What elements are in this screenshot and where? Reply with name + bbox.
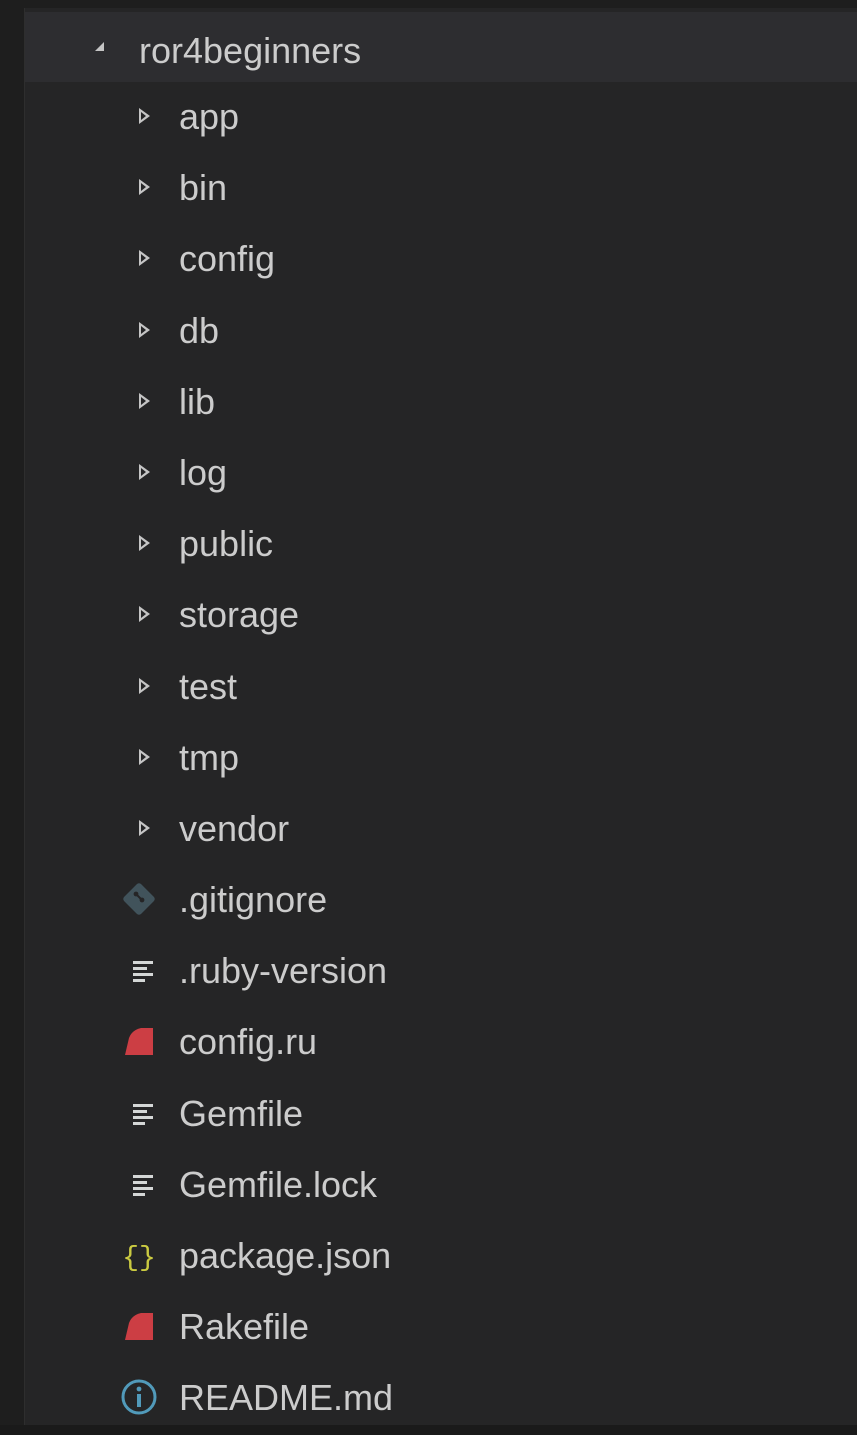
folder-label: lib [179, 380, 216, 422]
folder-item-tmp[interactable]: tmp [25, 723, 857, 794]
folder-item-vendor[interactable]: vendor [25, 794, 857, 865]
file-label: package.json [179, 1235, 392, 1276]
git-icon [119, 879, 159, 919]
file-label: .ruby-version [179, 950, 388, 992]
file-item-package-json[interactable]: {} package.json [25, 1221, 857, 1292]
folder-item-db[interactable]: db [25, 296, 857, 367]
file-label: .gitignore [179, 879, 328, 921]
file-label: Rakefile [179, 1306, 310, 1348]
folder-label: db [179, 309, 220, 351]
file-item-config-ru[interactable]: config.ru [25, 1007, 857, 1078]
folder-label: public [179, 523, 274, 565]
folder-item-storage[interactable]: storage [25, 580, 857, 651]
chevron-right-icon[interactable] [139, 677, 150, 694]
chevron-right-icon[interactable] [139, 108, 150, 124]
ruby-icon [119, 1306, 159, 1346]
info-icon [119, 1377, 159, 1417]
chevron-right-icon[interactable] [139, 250, 150, 267]
folder-label: test [179, 665, 238, 707]
chevron-down-icon[interactable] [95, 42, 104, 51]
chevron-right-icon[interactable] [139, 463, 150, 480]
root-folder-label: ror4beginners [139, 30, 362, 71]
folder-label: tmp [179, 736, 240, 778]
folder-item-test[interactable]: test [25, 652, 857, 723]
file-label: Gemfile.lock [179, 1163, 378, 1205]
file-item-gemfile-lock[interactable]: Gemfile.lock [25, 1150, 857, 1221]
text-lines-icon [119, 950, 159, 990]
file-tree: app bin config db lib log public storage… [25, 82, 857, 1435]
folder-label: bin [179, 167, 228, 209]
folder-item-config[interactable]: config [25, 224, 857, 295]
file-item-readme[interactable]: README.md [25, 1363, 857, 1434]
chevron-right-icon[interactable] [139, 819, 150, 836]
ruby-icon [119, 1021, 159, 1061]
folder-item-bin[interactable]: bin [25, 153, 857, 224]
chevron-right-icon[interactable] [139, 748, 150, 765]
folder-item-lib[interactable]: lib [25, 367, 857, 438]
file-item-ruby-version[interactable]: .ruby-version [25, 936, 857, 1007]
file-item-gemfile[interactable]: Gemfile [25, 1079, 857, 1150]
file-item-gitignore[interactable]: .gitignore [25, 865, 857, 936]
explorer-panel: ror4beginners app bin config db lib log … [24, 8, 857, 1425]
chevron-right-icon[interactable] [139, 535, 150, 552]
chevron-right-icon[interactable] [139, 606, 150, 623]
editor-frame: ror4beginners app bin config db lib log … [0, 0, 857, 1425]
explorer-root-folder[interactable]: ror4beginners [25, 12, 857, 82]
file-label: Gemfile [179, 1092, 304, 1134]
folder-item-public[interactable]: public [25, 509, 857, 580]
json-braces-icon: {} [119, 1235, 159, 1275]
folder-item-app[interactable]: app [25, 82, 857, 153]
svg-text:{}: {} [122, 1243, 156, 1274]
chevron-right-icon[interactable] [139, 392, 150, 409]
folder-label: config [179, 238, 276, 280]
text-lines-icon [119, 1093, 159, 1133]
file-label: config.ru [179, 1021, 318, 1063]
folder-label: storage [179, 594, 300, 636]
folder-item-log[interactable]: log [25, 438, 857, 509]
file-item-rakefile[interactable]: Rakefile [25, 1292, 857, 1363]
folder-label: log [179, 451, 228, 493]
folder-label: vendor [179, 807, 290, 849]
text-lines-icon [119, 1164, 159, 1204]
chevron-right-icon[interactable] [139, 179, 150, 196]
file-label: README.md [179, 1377, 394, 1419]
folder-label: app [179, 96, 240, 137]
chevron-right-icon[interactable] [139, 321, 150, 338]
